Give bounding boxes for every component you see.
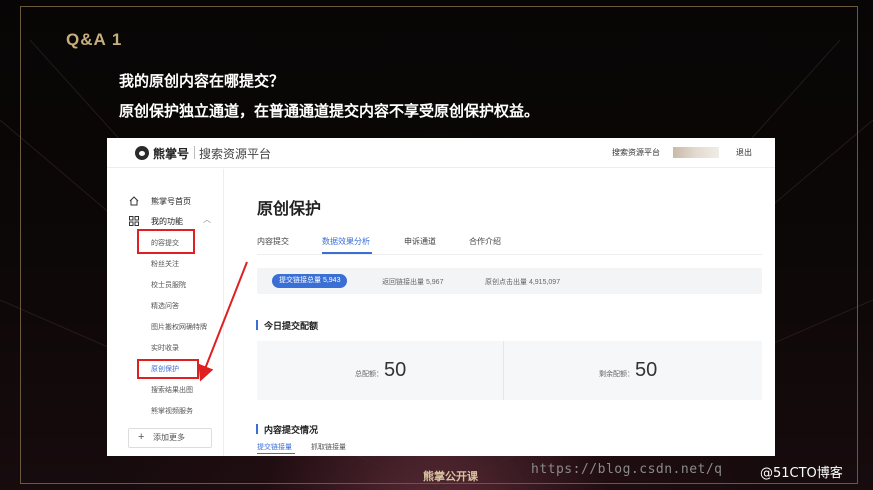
remaining-quota-value: 50: [635, 359, 658, 381]
submitted-links-pill[interactable]: 提交链接总量 5,943: [272, 274, 348, 288]
paw-logo-icon: [135, 146, 149, 160]
sidebar-item-my-functions[interactable]: 我的功能: [151, 216, 183, 227]
answer-text: 原创保护独立通道，在普通通道提交内容不享受原创保护权益。: [119, 102, 540, 120]
page-title: 原创保护: [257, 201, 322, 218]
logout-link[interactable]: 退出: [736, 147, 752, 158]
tab-divider: [257, 254, 762, 255]
sidebar-item-qa[interactable]: 精选问答: [151, 301, 179, 311]
subtab-indicator: [257, 453, 295, 454]
stats-bar: 提交链接总量 5,943 返回链接出量 5,967 原创点击出量 4,915,0…: [257, 268, 762, 294]
sidebar-item-search-image[interactable]: 搜索结果出图: [151, 385, 193, 395]
returned-links-stat[interactable]: 返回链接出量 5,967: [382, 277, 443, 287]
sidebar: 熊掌号首页 我的功能 ︿ 的容提交 粉丝关注 校士员服院 精选问答 图片搬权网确…: [107, 169, 224, 456]
highlight-box-content-submit: [137, 229, 195, 254]
watermark-51cto: @51CTO博客: [760, 466, 843, 481]
brand-subtitle: 搜索资源平台: [199, 147, 272, 161]
total-quota-label: 总配额：: [355, 371, 383, 378]
section-marker: [256, 320, 258, 330]
top-navbar: 熊掌号 搜索资源平台 搜索资源平台 退出: [107, 138, 775, 168]
top-nav-link[interactable]: 搜索资源平台: [612, 147, 660, 158]
subtab-crawled-links[interactable]: 抓取链接量: [311, 442, 346, 452]
user-avatar-blurred[interactable]: [673, 147, 719, 158]
sidebar-item-home[interactable]: 熊掌号首页: [151, 196, 191, 207]
total-quota-value: 50: [384, 359, 407, 381]
sidebar-item-image-rights[interactable]: 图片搬权网确特牌: [151, 322, 207, 332]
brand-divider: [194, 146, 195, 159]
home-icon: [129, 196, 139, 206]
grid-icon: [129, 216, 139, 226]
active-tab-indicator: [322, 252, 372, 254]
brand-name[interactable]: 熊掌号: [153, 145, 189, 162]
tab-appeal[interactable]: 申诉通道: [404, 236, 436, 247]
click-count-stat[interactable]: 原创点击出量 4,915,097: [485, 277, 560, 287]
quota-section-title: 今日提交配额: [264, 321, 319, 331]
sidebar-item-fans[interactable]: 粉丝关注: [151, 259, 179, 269]
plus-icon: +: [138, 431, 145, 443]
add-more-label: 添加更多: [153, 433, 185, 442]
question-text: 我的原创内容在哪提交？: [119, 72, 285, 90]
sidebar-item-video-service[interactable]: 熊掌视频服务: [151, 406, 193, 416]
content-section-title: 内容提交情况: [264, 425, 319, 435]
tab-content-submit[interactable]: 内容提交: [257, 236, 289, 247]
quota-divider: [503, 341, 504, 400]
watermark-url: https://blog.csdn.net/q: [531, 462, 723, 477]
tab-cooperation[interactable]: 合作介绍: [469, 236, 501, 247]
section-marker: [256, 424, 258, 434]
tab-data-analysis[interactable]: 数据效果分析: [322, 236, 370, 247]
platform-screenshot: 熊掌号 搜索资源平台 搜索资源平台 退出 熊掌号首页 我的功能 ︿ 的容提交 粉…: [107, 138, 775, 456]
qa-title: Q&A 1: [66, 30, 123, 49]
quota-panel: 总配额： 50 剩余配额： 50: [257, 341, 762, 400]
sidebar-item-service[interactable]: 校士员服院: [151, 280, 186, 290]
footer-brand: 熊掌公开课: [423, 470, 478, 483]
add-more-button[interactable]: + 添加更多: [128, 428, 212, 448]
sidebar-item-realtime-index[interactable]: 实时收录: [151, 343, 179, 353]
remaining-quota-label: 剩余配额：: [599, 371, 634, 378]
chevron-up-icon[interactable]: ︿: [203, 214, 211, 225]
subtab-submitted-links[interactable]: 提交链接量: [257, 442, 292, 452]
highlight-box-original-protection: [137, 359, 199, 379]
